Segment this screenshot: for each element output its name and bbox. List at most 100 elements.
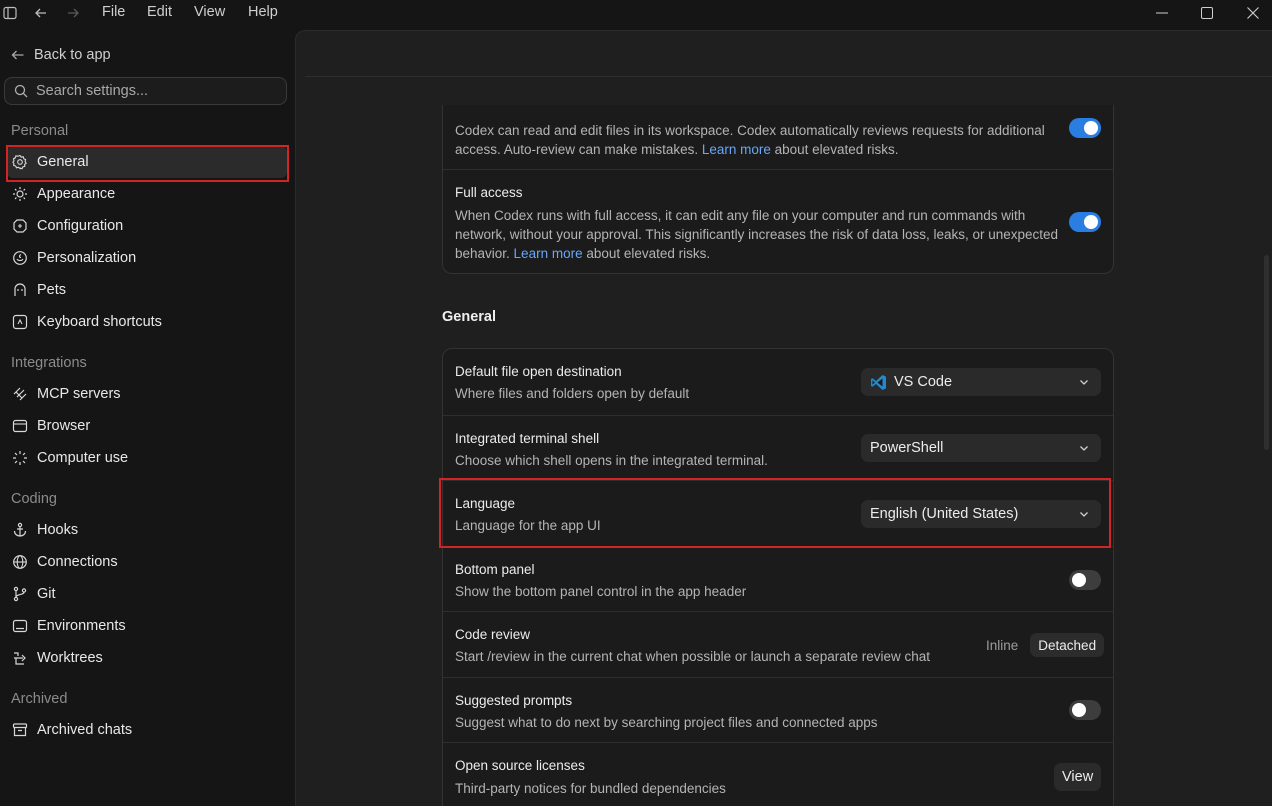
menu-edit[interactable]: Edit (147, 4, 172, 20)
bottom-panel-desc: Show the bottom panel control in the app… (455, 584, 747, 599)
sidebar-item-hooks[interactable]: Hooks (7, 514, 287, 546)
sidebar-item-pets[interactable]: Pets (7, 274, 287, 306)
general-section-heading: General (442, 309, 496, 325)
sidebar-item-label: Computer use (37, 450, 129, 466)
terminal-shell-title: Integrated terminal shell (455, 431, 600, 446)
sidebar-item-git[interactable]: Git (7, 578, 287, 610)
back-arrow-icon[interactable] (31, 3, 51, 23)
suggested-prompts-toggle[interactable] (1069, 700, 1101, 720)
browser-icon (12, 419, 28, 433)
terminal-shell-row: Integrated terminal shell Choose which s… (443, 415, 1113, 480)
default-open-desc: Where files and folders open by default (455, 386, 690, 401)
section-archived: Archived (11, 691, 68, 707)
sidebar-item-label: Archived chats (37, 722, 133, 738)
personalization-icon (13, 251, 27, 265)
environment-icon (12, 619, 28, 633)
back-to-app-link[interactable]: Back to app (11, 45, 111, 65)
sidebar-item-label: Appearance (37, 186, 116, 202)
licenses-desc: Third-party notices for bundled dependen… (455, 781, 726, 796)
sidebar-item-appearance[interactable]: Appearance (7, 178, 287, 210)
permissions-card: Codex can read and edit files in its wor… (442, 105, 1114, 274)
sidebar-item-archived-chats[interactable]: Archived chats (7, 714, 287, 746)
maximize-button[interactable] (1184, 0, 1230, 26)
archive-icon (12, 723, 28, 737)
mcp-icon (13, 387, 27, 401)
default-open-value: VS Code (894, 374, 953, 390)
code-review-segmented: Inline Detached (978, 633, 1105, 657)
learn-more-link[interactable]: Learn more (702, 142, 771, 157)
scrollbar-thumb[interactable] (1264, 255, 1269, 450)
code-review-row: Code review Start /review in the current… (443, 611, 1113, 677)
suggested-prompts-title: Suggested prompts (455, 693, 573, 708)
auto-review-toggle[interactable] (1069, 118, 1101, 138)
sidebar-item-worktrees[interactable]: Worktrees (7, 642, 287, 674)
anchor-icon (13, 522, 27, 537)
sidebar-item-keyboard-shortcuts[interactable]: Keyboard shortcuts (7, 306, 287, 338)
computer-use-icon (13, 451, 27, 465)
section-integrations: Integrations (11, 355, 87, 371)
title-bar: File Edit View Help (0, 0, 1272, 26)
menu-help[interactable]: Help (248, 4, 278, 20)
licenses-row: Open source licenses Third-party notices… (443, 742, 1113, 806)
full-access-desc-line-3: behavior. (455, 246, 514, 261)
minimize-button[interactable] (1139, 0, 1185, 26)
sidebar-item-label: Connections (37, 554, 118, 570)
chevron-down-icon (1080, 380, 1088, 385)
learn-more-link[interactable]: Learn more (514, 246, 583, 261)
code-review-desc: Start /review in the current chat when p… (455, 649, 930, 664)
search-input[interactable] (36, 83, 266, 99)
default-open-select[interactable]: VS Code (861, 368, 1101, 396)
code-review-detached-option[interactable]: Detached (1030, 633, 1105, 657)
auto-review-desc-line-1: Codex can read and edit files in its wor… (455, 123, 1045, 138)
search-icon (14, 84, 28, 98)
close-button[interactable] (1230, 0, 1272, 26)
section-personal: Personal (11, 123, 69, 139)
sidebar-item-environments[interactable]: Environments (7, 610, 287, 642)
terminal-shell-desc: Choose which shell opens in the integrat… (455, 453, 768, 468)
full-access-desc-line-1: When Codex runs with full access, it can… (455, 208, 1026, 223)
full-access-desc-suffix: about elevated risks. (582, 246, 711, 261)
sidebar-item-personalization[interactable]: Personalization (7, 242, 287, 274)
view-licenses-button[interactable]: View (1054, 763, 1102, 791)
sidebar-item-label: Worktrees (37, 650, 103, 666)
sidebar-item-configuration[interactable]: Configuration (7, 210, 287, 242)
full-access-row: Full access When Codex runs with full ac… (443, 169, 1113, 273)
worktree-icon (14, 652, 26, 665)
suggested-prompts-desc: Suggest what to do next by searching pro… (455, 715, 878, 730)
sidebar-item-connections[interactable]: Connections (7, 546, 287, 578)
chevron-down-icon (1080, 446, 1088, 451)
sidebar-item-browser[interactable]: Browser (7, 410, 287, 442)
auto-review-row: Codex can read and edit files in its wor… (443, 105, 1113, 169)
search-settings[interactable] (4, 77, 287, 105)
scrollbar-track[interactable] (1263, 120, 1270, 806)
full-access-desc-line-2: network, without your approval. This sig… (455, 227, 1059, 242)
bottom-panel-toggle[interactable] (1069, 570, 1101, 590)
sidebar-item-label: Git (37, 586, 56, 602)
default-open-row: Default file open destination Where file… (443, 349, 1113, 415)
code-review-title: Code review (455, 627, 531, 642)
sidebar-item-computer-use[interactable]: Computer use (7, 442, 287, 474)
terminal-shell-value: PowerShell (870, 440, 944, 456)
bottom-panel-row: Bottom panel Show the bottom panel contr… (443, 546, 1113, 611)
full-access-desc: When Codex runs with full access, it can… (455, 206, 1058, 263)
full-access-toggle[interactable] (1069, 212, 1101, 232)
suggested-prompts-row: Suggested prompts Suggest what to do nex… (443, 677, 1113, 742)
full-access-title: Full access (455, 185, 523, 200)
terminal-shell-select[interactable]: PowerShell (861, 434, 1101, 462)
auto-review-desc: Codex can read and edit files in its wor… (455, 121, 1045, 159)
sidebar-item-mcp-servers[interactable]: MCP servers (7, 378, 287, 410)
sidebar-item-label: Hooks (37, 522, 79, 538)
back-to-app-label: Back to app (34, 47, 111, 63)
menu-file[interactable]: File (102, 4, 125, 20)
sun-icon (13, 187, 27, 201)
auto-review-desc-suffix: about elevated risks. (770, 142, 899, 157)
sidebar-toggle-icon[interactable] (0, 3, 20, 23)
bottom-panel-title: Bottom panel (455, 562, 535, 577)
sidebar-item-label: MCP servers (37, 386, 121, 402)
menu-view[interactable]: View (194, 4, 225, 20)
code-review-inline-option[interactable]: Inline (978, 633, 1026, 657)
auto-review-desc-line-2: access. Auto-review can make mistakes. (455, 142, 702, 157)
forward-arrow-icon[interactable] (63, 3, 83, 23)
pet-icon (14, 283, 26, 296)
git-branch-icon (13, 586, 27, 602)
